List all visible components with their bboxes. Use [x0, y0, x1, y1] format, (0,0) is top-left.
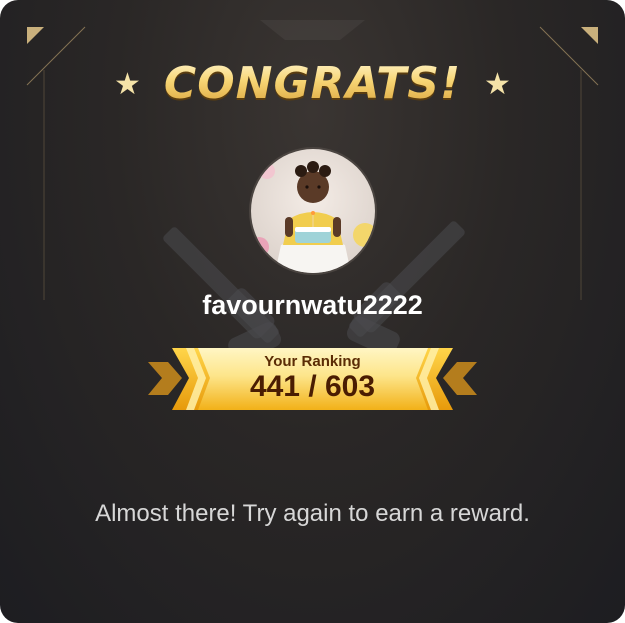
profile-photo — [251, 149, 375, 273]
congrats-dialog: ★ CONGRATS! ★ — [0, 0, 625, 623]
star-icon-right: ★ — [484, 67, 511, 102]
username: favournwatu2222 — [202, 290, 423, 320]
congrats-title: CONGRATS! — [0, 58, 625, 109]
result-message: Almost there! Try again to earn a reward… — [95, 500, 530, 527]
avatar — [249, 147, 377, 275]
ranking-label: Your Ranking — [264, 353, 361, 370]
ranking-value: 441 / 603 — [249, 370, 376, 403]
